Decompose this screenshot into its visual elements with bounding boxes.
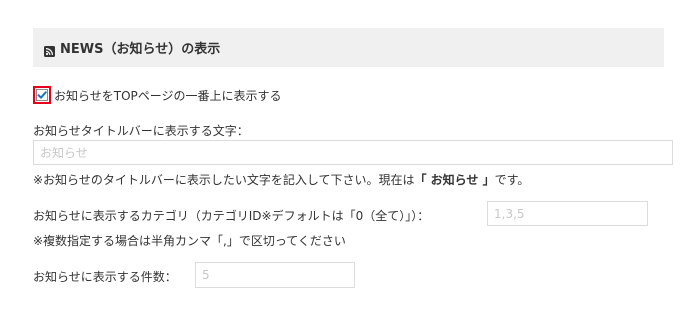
- show-on-top-checkbox[interactable]: [36, 89, 48, 101]
- title-bar-note-prefix: ※お知らせのタイトルバーに表示したい文字を記入して下さい。現在は: [33, 173, 415, 187]
- rss-icon: [44, 42, 55, 57]
- section-header: NEWS（お知らせ）の表示: [33, 28, 664, 67]
- checkbox-highlight[interactable]: [33, 86, 51, 104]
- count-input[interactable]: 5: [195, 262, 355, 288]
- title-bar-note-current: 「 お知らせ 」: [414, 173, 495, 187]
- show-on-top-option[interactable]: お知らせをTOPページの一番上に表示する: [33, 86, 282, 104]
- checkmark-icon: [37, 91, 47, 99]
- show-on-top-label[interactable]: お知らせをTOPページの一番上に表示する: [54, 87, 282, 104]
- title-bar-text-label: お知らせタイトルバーに表示する文字：: [33, 124, 249, 138]
- title-bar-note-suffix: です。: [494, 173, 530, 187]
- category-label: お知らせに表示するカテゴリ（カテゴリID※デフォルトは「0（全て）」）：: [33, 209, 430, 223]
- title-bar-text-note: ※お知らせのタイトルバーに表示したい文字を記入して下さい。現在は「 お知らせ 」…: [33, 171, 529, 188]
- category-input[interactable]: 1,3,5: [487, 201, 648, 226]
- section-title: NEWS（お知らせ）の表示: [60, 42, 221, 57]
- title-bar-text-input[interactable]: お知らせ: [33, 140, 673, 165]
- category-note: ※複数指定する場合は半角カンマ「,」で区切ってください: [33, 234, 346, 248]
- count-label: お知らせに表示する件数：: [33, 270, 177, 284]
